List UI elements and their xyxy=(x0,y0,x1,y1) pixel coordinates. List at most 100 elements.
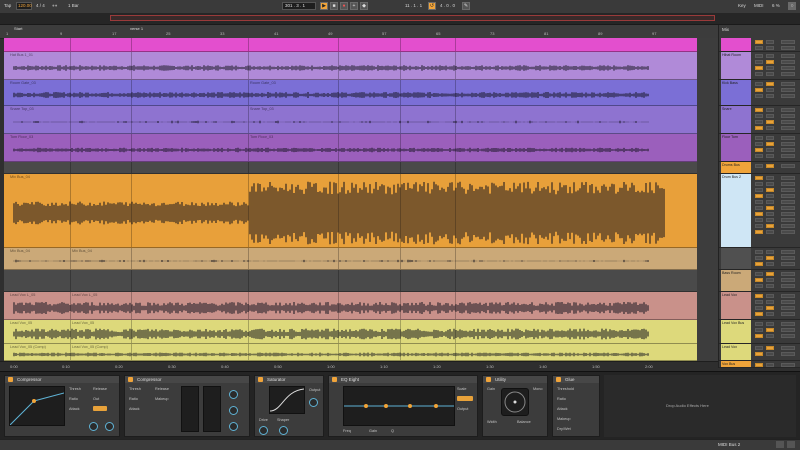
mixer-control[interactable] xyxy=(766,278,774,282)
mixer-track-row[interactable]: Drums Bus xyxy=(719,162,800,174)
routing-chooser[interactable] xyxy=(781,352,795,356)
routing-chooser[interactable] xyxy=(781,346,795,350)
mixer-control[interactable] xyxy=(755,142,763,146)
mixer-control[interactable] xyxy=(755,136,763,140)
mixer-control[interactable] xyxy=(755,182,763,186)
routing-chooser[interactable] xyxy=(781,82,795,86)
routing-chooser[interactable] xyxy=(781,328,795,332)
mixer-control[interactable] xyxy=(766,88,774,92)
track-lane[interactable]: Lead Vox_05 Lead Vox_05 xyxy=(4,320,697,344)
mixer-control[interactable] xyxy=(755,108,763,112)
track-name[interactable]: Drum Bus 2 xyxy=(722,175,750,179)
routing-chooser[interactable] xyxy=(781,262,795,266)
mixer-control[interactable] xyxy=(755,262,763,266)
routing-chooser[interactable] xyxy=(781,230,795,234)
routing-chooser[interactable] xyxy=(781,136,795,140)
track-name[interactable]: Lead Vox Bus xyxy=(722,321,750,325)
mixer-control[interactable] xyxy=(755,224,763,228)
mixer-control[interactable] xyxy=(755,312,763,316)
mixer-control[interactable] xyxy=(766,114,774,118)
mixer-control[interactable] xyxy=(766,120,774,124)
attack-knob[interactable] xyxy=(229,390,238,399)
mixer-control[interactable] xyxy=(766,212,774,216)
track-lane[interactable]: Mix Bus_04 Mix Bus_04 xyxy=(4,248,697,270)
device-power-icon[interactable] xyxy=(8,377,13,382)
mixer-control[interactable] xyxy=(766,136,774,140)
balance-pad[interactable] xyxy=(501,388,529,416)
mixer-control[interactable] xyxy=(755,88,763,92)
eq-band-toggle[interactable] xyxy=(457,396,473,401)
mixer-control[interactable] xyxy=(766,322,774,326)
track-name[interactable]: Drums Bus xyxy=(722,163,750,167)
mixer-control[interactable] xyxy=(766,194,774,198)
routing-chooser[interactable] xyxy=(781,114,795,118)
routing-chooser[interactable] xyxy=(781,142,795,146)
mixer-control[interactable] xyxy=(755,346,763,350)
mixer-control[interactable] xyxy=(755,82,763,86)
draw-mode-icon[interactable]: ✎ xyxy=(462,2,470,10)
track-lane[interactable] xyxy=(4,38,697,52)
mixer-control[interactable] xyxy=(755,256,763,260)
device-compressor-1[interactable]: Compressor Thresh Ratio Attack Release O… xyxy=(4,375,120,437)
mixer-control[interactable] xyxy=(766,312,774,316)
overview-visible-range[interactable] xyxy=(110,15,715,21)
mixer-control[interactable] xyxy=(755,230,763,234)
mixer-control[interactable] xyxy=(766,206,774,210)
loop-icon[interactable]: ↺ xyxy=(428,2,436,10)
mixer-control[interactable] xyxy=(766,108,774,112)
mixer-control[interactable] xyxy=(766,284,774,288)
mixer-control[interactable] xyxy=(766,272,774,276)
record-icon[interactable]: ● xyxy=(340,2,348,10)
mixer-control[interactable] xyxy=(755,114,763,118)
mixer-track-row[interactable]: Snare xyxy=(719,106,800,134)
routing-chooser[interactable] xyxy=(781,182,795,186)
mixer-control[interactable] xyxy=(766,363,774,367)
routing-chooser[interactable] xyxy=(781,294,795,298)
mixer-control[interactable] xyxy=(766,66,774,70)
routing-chooser[interactable] xyxy=(781,72,795,76)
empty-track-lane[interactable] xyxy=(4,270,697,292)
device-glue[interactable]: Glue Threshold Ratio Attack Makeup Dry/W… xyxy=(552,375,600,437)
mixer-control[interactable] xyxy=(755,294,763,298)
mixer-control[interactable] xyxy=(766,82,774,86)
dry-wet-knob[interactable] xyxy=(229,422,238,431)
mixer-control[interactable] xyxy=(755,300,763,304)
device-compressor-2[interactable]: Compressor Thresh Ratio Attack Release M… xyxy=(124,375,250,437)
drive-knob[interactable] xyxy=(259,426,268,435)
routing-chooser[interactable] xyxy=(781,94,795,98)
mixer-control[interactable] xyxy=(766,142,774,146)
mixer-track-row[interactable]: Floor Tom xyxy=(719,134,800,162)
routing-chooser[interactable] xyxy=(781,278,795,282)
mixer-control[interactable] xyxy=(766,72,774,76)
overdub-icon[interactable]: + xyxy=(350,2,358,10)
mixer-control[interactable] xyxy=(766,300,774,304)
track-lane[interactable]: Room Gate_03 Room Gate_03 xyxy=(4,80,697,106)
mixer-track-row[interactable]: Kick Bass xyxy=(719,80,800,106)
track-name[interactable]: Lead Vox xyxy=(722,345,750,349)
routing-chooser[interactable] xyxy=(781,250,795,254)
mixer-control[interactable] xyxy=(755,200,763,204)
quantize-menu[interactable]: 1 Bar xyxy=(68,3,79,8)
play-icon[interactable]: ▶ xyxy=(320,2,328,10)
mixer-control[interactable] xyxy=(766,218,774,222)
mixer-control[interactable] xyxy=(755,40,763,44)
device-drop-zone[interactable]: Drop Audio Effects Here xyxy=(604,375,796,437)
arrangement-scrollbar[interactable] xyxy=(697,38,718,361)
mixer-control[interactable] xyxy=(755,176,763,180)
mixer-control[interactable] xyxy=(766,262,774,266)
device-power-icon[interactable] xyxy=(486,377,491,382)
mixer-control[interactable] xyxy=(755,334,763,338)
routing-chooser[interactable] xyxy=(781,66,795,70)
track-lane[interactable]: Tom Floor_03 Tom Floor_03 xyxy=(4,134,697,162)
routing-chooser[interactable] xyxy=(781,256,795,260)
device-utility[interactable]: Utility Gain Width Mono Balance xyxy=(482,375,548,437)
routing-chooser[interactable] xyxy=(781,200,795,204)
dry-wet-knob[interactable] xyxy=(105,422,114,431)
mixer-control[interactable] xyxy=(755,212,763,216)
routing-chooser[interactable] xyxy=(781,108,795,112)
device-power-icon[interactable] xyxy=(128,377,133,382)
output-knob[interactable] xyxy=(89,422,98,431)
track-lane[interactable]: Lead Vox_05 (Comp) Lead Vox_05 (Comp) xyxy=(4,344,697,361)
routing-chooser[interactable] xyxy=(781,284,795,288)
track-lane[interactable]: Mix Bus_04 xyxy=(4,174,697,248)
